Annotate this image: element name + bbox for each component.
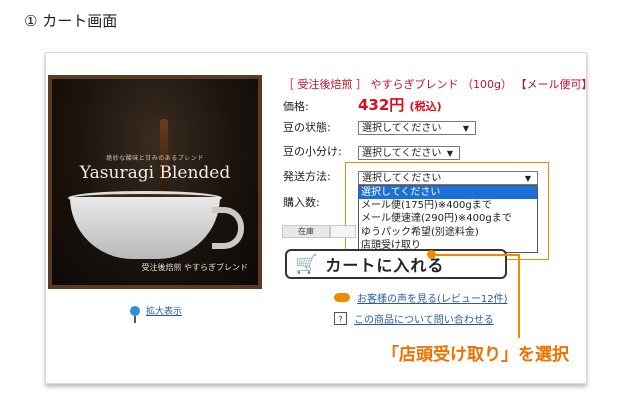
bean-state-value: 選択してください (362, 123, 442, 134)
chevron-down-icon: ▼ (446, 149, 453, 158)
price-tax: (税込) (409, 100, 442, 113)
chevron-down-icon: ▼ (462, 124, 469, 133)
stock-tab[interactable]: 在庫 (282, 225, 330, 238)
inquiry-link-row[interactable]: ? この商品について問い合わせる (334, 311, 494, 326)
chevron-down-icon: ▼ (524, 174, 531, 183)
cart-icon: 🛒 (295, 253, 318, 275)
speech-bubble-icon (334, 293, 350, 302)
shipping-select[interactable]: 選択してください ▼ (358, 171, 538, 185)
product-image[interactable]: 絶妙な酸味と甘みのあるブレンド Yasuragi Blended 受注後焙煎 や… (48, 75, 262, 289)
question-icon: ? (334, 312, 347, 325)
shipping-option[interactable]: 選択してください (359, 186, 537, 200)
bean-split-label: 豆の小分け: (283, 145, 342, 158)
price-value: 432円 (税込) (358, 94, 442, 115)
image-tagline: 絶妙な酸味と甘みのあるブレンド (106, 155, 204, 162)
bean-state-label: 豆の状態: (283, 121, 331, 134)
cup-handle-graphic (212, 207, 244, 249)
shipping-option[interactable]: メール便(175円)※400gまで (359, 199, 537, 212)
bean-split-value: 選択してください (362, 148, 442, 159)
bean-split-select[interactable]: 選択してください ▼ (358, 146, 460, 160)
coffee-cup-icon (70, 197, 220, 259)
pointer-line-vertical (518, 256, 520, 338)
shipping-value: 選択してください (362, 173, 442, 184)
annotation-callout: 「店頭受け取り」を選択 (382, 345, 569, 365)
pointer-line-horizontal (432, 254, 520, 256)
magnifier-pin-icon (130, 305, 140, 323)
shipping-option[interactable]: ゆうパック希望(別途料金) (359, 226, 537, 239)
stock-tab-secondary[interactable] (330, 225, 356, 238)
product-title: ［ 受注後焙煎 ］ やすらぎブレンド （100g） 【メール便可】 (283, 78, 593, 91)
inquiry-link[interactable]: この商品について問い合わせる (354, 311, 494, 326)
quantity-label: 購入数: (283, 196, 320, 209)
image-brand: Yasuragi Blended (79, 163, 231, 183)
step-title: ① カート画面 (24, 12, 118, 30)
zoom-link[interactable]: 拡大表示 (146, 304, 182, 317)
reviews-link-row[interactable]: お客様の声を見る(レビュー12件) (334, 290, 508, 305)
zoom-link-row[interactable]: 拡大表示 (130, 304, 182, 323)
shipping-dropdown-list[interactable]: 選択してください メール便(175円)※400gまで メール便速達(290円)※… (358, 185, 538, 253)
bean-state-select[interactable]: 選択してください ▼ (358, 121, 476, 135)
shipping-option[interactable]: メール便速達(290円)※400gまで (359, 212, 537, 225)
price-amount: 432円 (358, 96, 405, 114)
image-maker-text: 受注後焙煎 やすらぎブレンド (141, 263, 248, 272)
reviews-link[interactable]: お客様の声を見る(レビュー12件) (357, 290, 508, 305)
price-label: 価格: (283, 100, 309, 113)
shipping-label: 発送方法: (283, 170, 331, 183)
